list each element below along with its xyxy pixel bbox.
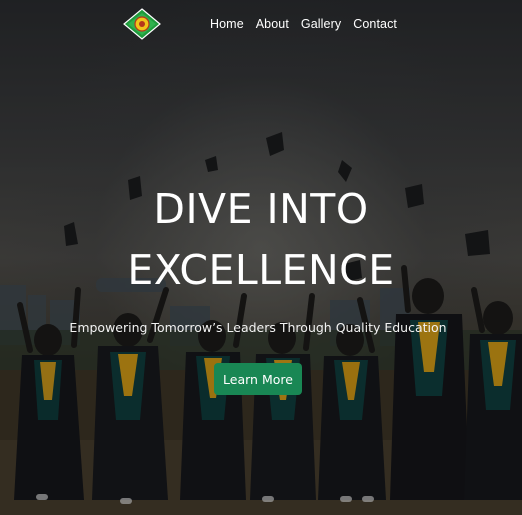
nav-link-about[interactable]: About bbox=[256, 17, 289, 31]
learn-more-button[interactable]: Learn More bbox=[214, 363, 302, 395]
nav-link-home[interactable]: Home bbox=[210, 17, 244, 31]
top-navigation: Home About Gallery Contact bbox=[0, 0, 522, 52]
nav-link-contact[interactable]: Contact bbox=[353, 17, 397, 31]
hero-section: Home About Gallery Contact DIVE INTO EXC… bbox=[0, 0, 522, 515]
school-emblem-icon[interactable] bbox=[123, 8, 161, 40]
hero-headline-line2: EXCELLENCE bbox=[127, 246, 395, 294]
nav-menu: Home About Gallery Contact bbox=[210, 17, 397, 31]
nav-link-gallery[interactable]: Gallery bbox=[301, 17, 341, 31]
hero-tagline: Empowering Tomorrow’s Leaders Through Qu… bbox=[69, 320, 447, 335]
hero-headline-line1: DIVE INTO bbox=[153, 185, 369, 233]
